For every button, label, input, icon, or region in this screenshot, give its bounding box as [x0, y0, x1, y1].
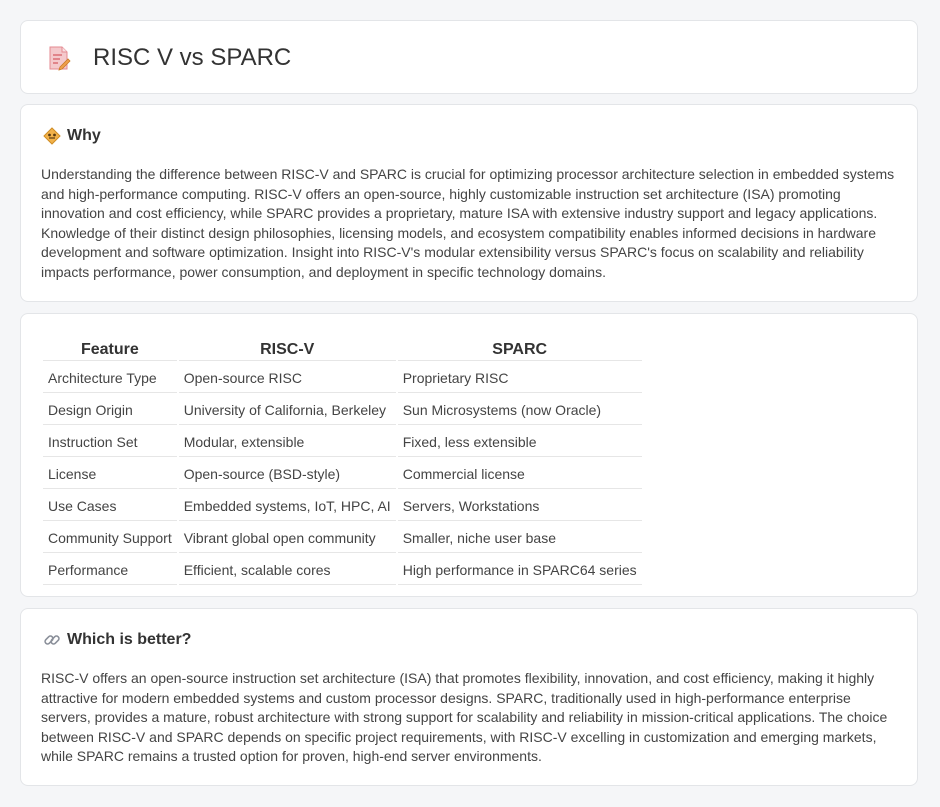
table-cell: Vibrant global open community: [178, 523, 396, 553]
table-cell: Sun Microsystems (now Oracle): [397, 395, 642, 425]
which-is-better-heading: Which is better?: [67, 631, 192, 648]
table-cell: Architecture Type: [43, 363, 177, 393]
why-heading-row: Why: [43, 127, 101, 145]
table-row: Architecture Type Open-source RISC Propr…: [43, 363, 642, 393]
table-cell: Fixed, less extensible: [397, 427, 642, 457]
table-row: Performance Efficient, scalable cores Hi…: [43, 555, 642, 585]
table-row: Community Support Vibrant global open co…: [43, 523, 642, 553]
column-header-risc-v: RISC-V: [178, 338, 396, 361]
title-row: RISC V vs SPARC: [47, 43, 291, 73]
table-cell: Instruction Set: [43, 427, 177, 457]
table-header-row: Feature RISC-V SPARC: [43, 338, 642, 361]
which-is-better-heading-row: Which is better?: [43, 631, 191, 649]
table-row: Instruction Set Modular, extensible Fixe…: [43, 427, 642, 457]
document-edit-icon: [47, 45, 71, 71]
table-row: Design Origin University of California, …: [43, 395, 642, 425]
page-title: RISC V vs SPARC: [93, 44, 292, 71]
table-cell: High performance in SPARC64 series: [397, 555, 642, 585]
table-cell: Commercial license: [397, 459, 642, 489]
table-cell: Modular, extensible: [178, 427, 396, 457]
table-cell: Open-source RISC: [178, 363, 396, 393]
table-row: License Open-source (BSD-style) Commerci…: [43, 459, 642, 489]
why-paragraph: Understanding the difference between RIS…: [41, 166, 895, 280]
table-cell: Design Origin: [43, 395, 177, 425]
table-cell: Servers, Workstations: [397, 491, 642, 521]
why-card: Why Understanding the difference between…: [20, 104, 918, 302]
comparison-table: Feature RISC-V SPARC Architecture Type O…: [41, 336, 644, 587]
table-row: Use Cases Embedded systems, IoT, HPC, AI…: [43, 491, 642, 521]
table-cell: Proprietary RISC: [397, 363, 642, 393]
diamond-warning-icon: [43, 127, 61, 145]
table-cell: Community Support: [43, 523, 177, 553]
table-cell: University of California, Berkeley: [178, 395, 396, 425]
table-cell: Efficient, scalable cores: [178, 555, 396, 585]
table-cell: License: [43, 459, 177, 489]
column-header-feature: Feature: [43, 338, 177, 361]
which-is-better-card: Which is better? RISC-V offers an open-s…: [20, 608, 918, 786]
comparison-card: Feature RISC-V SPARC Architecture Type O…: [20, 313, 918, 597]
table-cell: Performance: [43, 555, 177, 585]
title-card: RISC V vs SPARC: [20, 20, 918, 94]
which-is-better-paragraph: RISC-V offers an open-source instruction…: [41, 670, 888, 764]
column-header-sparc: SPARC: [397, 338, 642, 361]
table-cell: Embedded systems, IoT, HPC, AI: [178, 491, 396, 521]
table-cell: Smaller, niche user base: [397, 523, 642, 553]
table-cell: Open-source (BSD-style): [178, 459, 396, 489]
table-cell: Use Cases: [43, 491, 177, 521]
why-heading: Why: [67, 127, 101, 144]
link-icon: [43, 631, 61, 649]
